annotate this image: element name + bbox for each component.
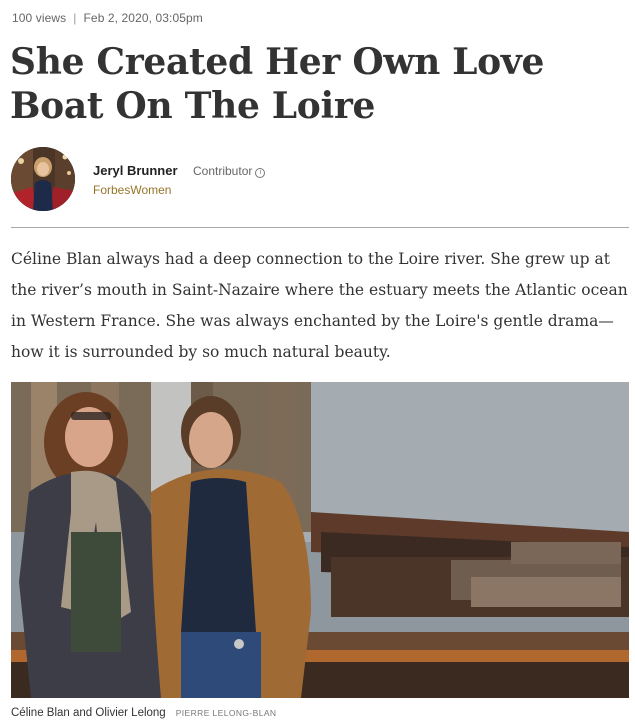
info-icon[interactable]: i [255,168,266,178]
photo-illustration [11,382,629,698]
article-meta: 100 views | Feb 2, 2020, 03:05pm [12,11,203,25]
article-headline: She Created Her Own Love Boat On The Loi… [10,41,545,127]
author-block: Jeryl Brunner Contributor i ForbesWomen [11,147,631,213]
meta-separator: | [73,11,77,25]
publish-date: Feb 2, 2020, 03:05pm [83,11,203,25]
author-role: Contributor i [193,164,266,178]
photo-credit: PIERRE LELONG-BLAN [175,708,277,718]
author-name[interactable]: Jeryl Brunner [93,163,178,178]
article-photo [11,382,629,698]
avatar-photo [11,147,75,211]
author-avatar[interactable] [11,147,75,211]
caption-text: Céline Blan and Olivier Lelong [11,707,166,719]
author-role-label: Contributor [193,164,253,178]
header-divider [11,227,629,228]
view-count: 100 views [12,11,67,25]
article-paragraph: Céline Blan always had a deep connection… [11,250,628,361]
photo-caption: Céline Blan and Olivier Lelong PIERRE LEL… [11,707,276,719]
author-channel-link[interactable]: ForbesWomen [93,183,171,197]
